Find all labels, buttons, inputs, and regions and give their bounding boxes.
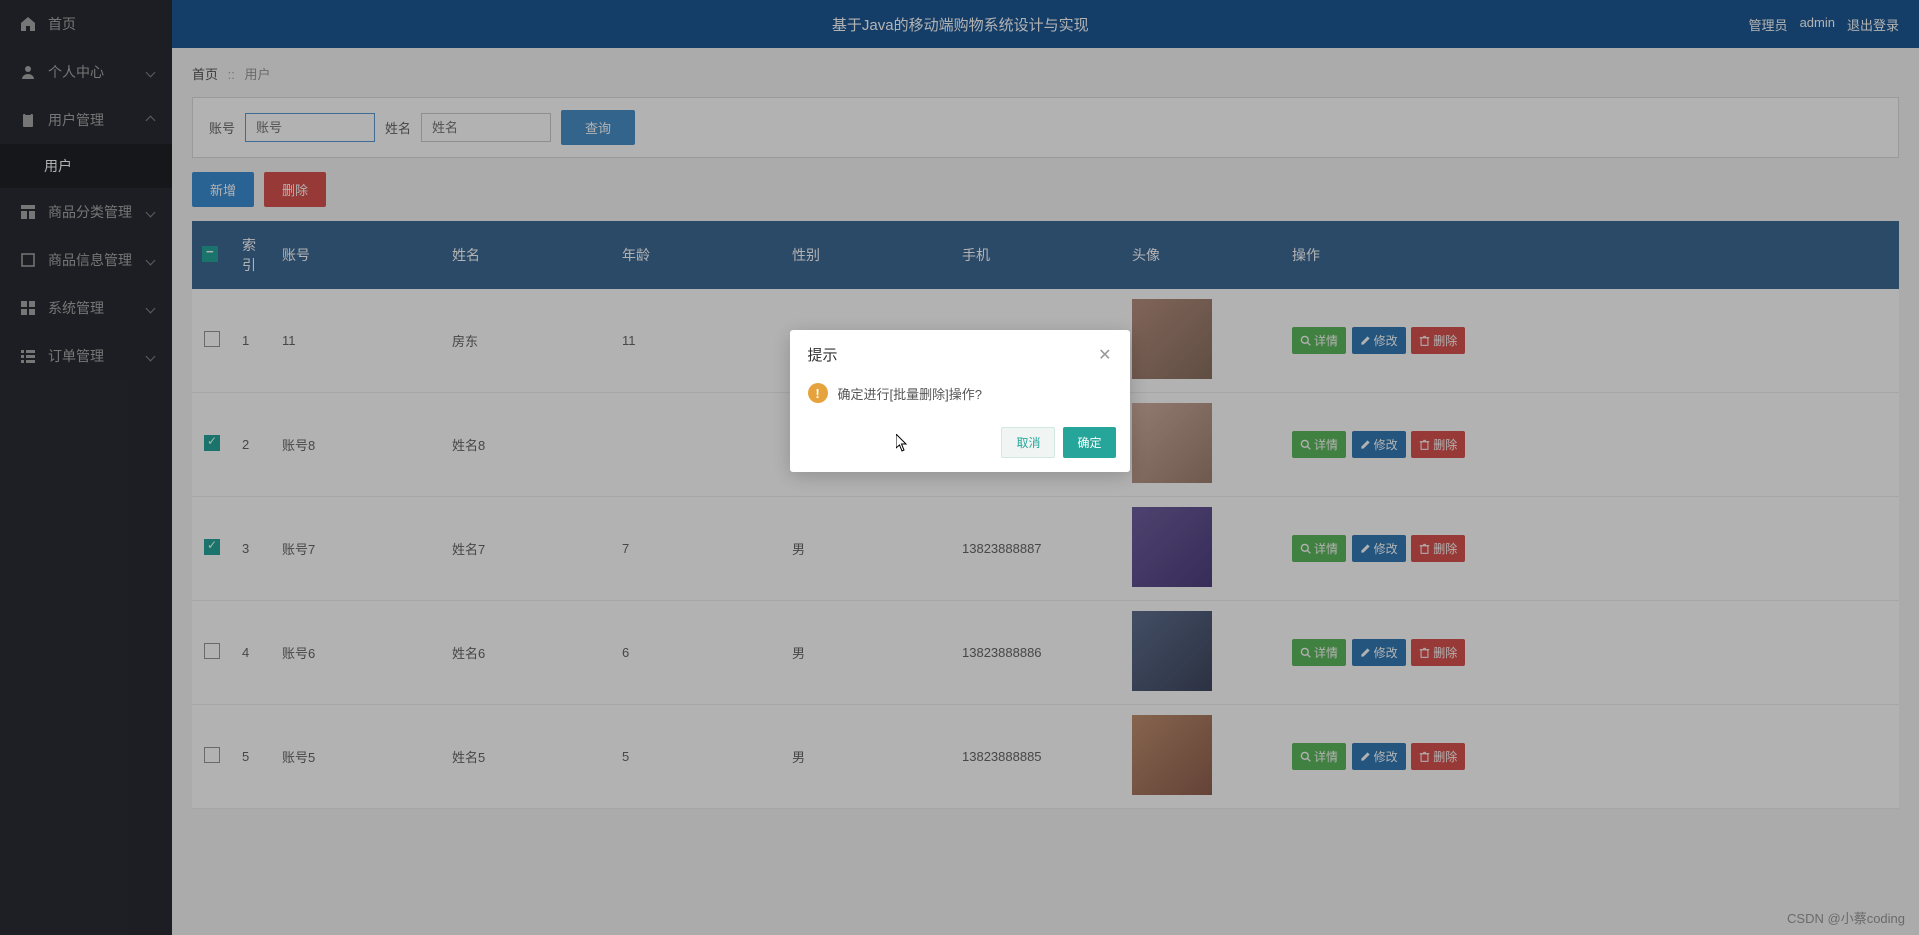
confirm-dialog: 提示 ✕ ! 确定进行[批量删除]操作? 取消 确定 [790, 330, 1130, 472]
modal-overlay[interactable]: 提示 ✕ ! 确定进行[批量删除]操作? 取消 确定 [0, 0, 1919, 935]
confirm-button[interactable]: 确定 [1063, 427, 1115, 458]
dialog-message: 确定进行[批量删除]操作? [838, 384, 982, 403]
cancel-button[interactable]: 取消 [1001, 427, 1055, 458]
close-icon[interactable]: ✕ [1098, 345, 1111, 365]
warning-icon: ! [808, 383, 828, 403]
dialog-title: 提示 [808, 344, 838, 365]
